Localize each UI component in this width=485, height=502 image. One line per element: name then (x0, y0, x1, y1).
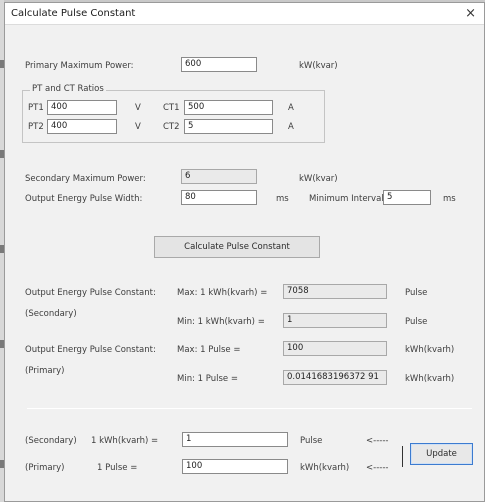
secondary-max-output: 7058 (283, 284, 387, 299)
pulse-width-unit: ms (276, 194, 289, 204)
update-primary-input[interactable]: 100 (182, 459, 288, 474)
update-button[interactable]: Update (410, 443, 473, 465)
primary-max-unit: kWh(kvarh) (405, 345, 455, 355)
section-divider (27, 408, 472, 409)
primary-max-output: 100 (283, 341, 387, 356)
primary-constant-sublabel: (Primary) (25, 366, 65, 376)
secondary-max-label: Max: 1 kWh(kvarh) = (177, 288, 268, 298)
primary-max-power-label: Primary Maximum Power: (25, 61, 134, 71)
pt2-label: PT2 (28, 122, 44, 132)
ct2-input[interactable]: 5 (184, 119, 273, 134)
pulse-constant-dialog: Calculate Pulse Constant × Primary Maxim… (4, 2, 485, 502)
update-secondary-input[interactable]: 1 (182, 432, 288, 447)
arrow-bracket (402, 446, 403, 467)
pulse-width-label: Output Energy Pulse Width: (25, 194, 143, 204)
min-interval-input[interactable]: 5 (383, 190, 431, 205)
primary-constant-label: Output Energy Pulse Constant: (25, 345, 156, 355)
primary-min-unit: kWh(kvarh) (405, 374, 455, 384)
pt2-input[interactable]: 400 (47, 119, 117, 134)
secondary-min-unit: Pulse (405, 317, 428, 327)
update-secondary-label: (Secondary) (25, 436, 77, 446)
secondary-min-output: 1 (283, 313, 387, 328)
update-primary-unit: kWh(kvarh) (300, 463, 350, 473)
secondary-arrow-icon: <----- (366, 436, 389, 446)
calculate-pulse-constant-button[interactable]: Calculate Pulse Constant (154, 236, 320, 258)
primary-min-output: 0.0141683196372 91 (283, 370, 387, 385)
min-interval-label: Minimum Interval: (309, 194, 387, 204)
ct1-unit: A (288, 103, 294, 113)
secondary-constant-label: Output Energy Pulse Constant: (25, 288, 156, 298)
secondary-max-power-unit: kW(kvar) (299, 174, 338, 184)
secondary-max-power-output: 6 (181, 169, 257, 184)
primary-arrow-icon: <----- (366, 463, 389, 473)
title-bar: Calculate Pulse Constant × (5, 3, 484, 25)
update-primary-expr: 1 Pulse = (97, 463, 138, 473)
pt1-input[interactable]: 400 (47, 100, 117, 115)
min-interval-unit: ms (443, 194, 456, 204)
dialog-title: Calculate Pulse Constant (11, 8, 136, 19)
pt-ct-ratios-group: PT and CT Ratios PT1 400 V CT1 500 A PT2… (22, 84, 325, 143)
secondary-constant-sublabel: (Secondary) (25, 309, 77, 319)
pulse-width-input[interactable]: 80 (181, 190, 257, 205)
secondary-max-unit: Pulse (405, 288, 428, 298)
ct1-input[interactable]: 500 (184, 100, 273, 115)
secondary-min-label: Min: 1 kWh(kvarh) = (177, 317, 265, 327)
pt1-unit: V (135, 103, 141, 113)
secondary-max-power-label: Secondary Maximum Power: (25, 174, 146, 184)
close-icon[interactable]: × (465, 6, 476, 21)
pt2-unit: V (135, 122, 141, 132)
ct2-unit: A (288, 122, 294, 132)
primary-max-power-unit: kW(kvar) (299, 61, 338, 71)
update-primary-label: (Primary) (25, 463, 65, 473)
primary-max-label: Max: 1 Pulse = (177, 345, 241, 355)
primary-max-power-input[interactable]: 600 (181, 57, 257, 72)
pt1-label: PT1 (28, 103, 44, 113)
pt-ct-ratios-legend: PT and CT Ratios (30, 84, 106, 94)
ct2-label: CT2 (163, 122, 180, 132)
update-secondary-expr: 1 kWh(kvarh) = (91, 436, 159, 446)
ct1-label: CT1 (163, 103, 180, 113)
primary-min-label: Min: 1 Pulse = (177, 374, 238, 384)
update-secondary-unit: Pulse (300, 436, 323, 446)
